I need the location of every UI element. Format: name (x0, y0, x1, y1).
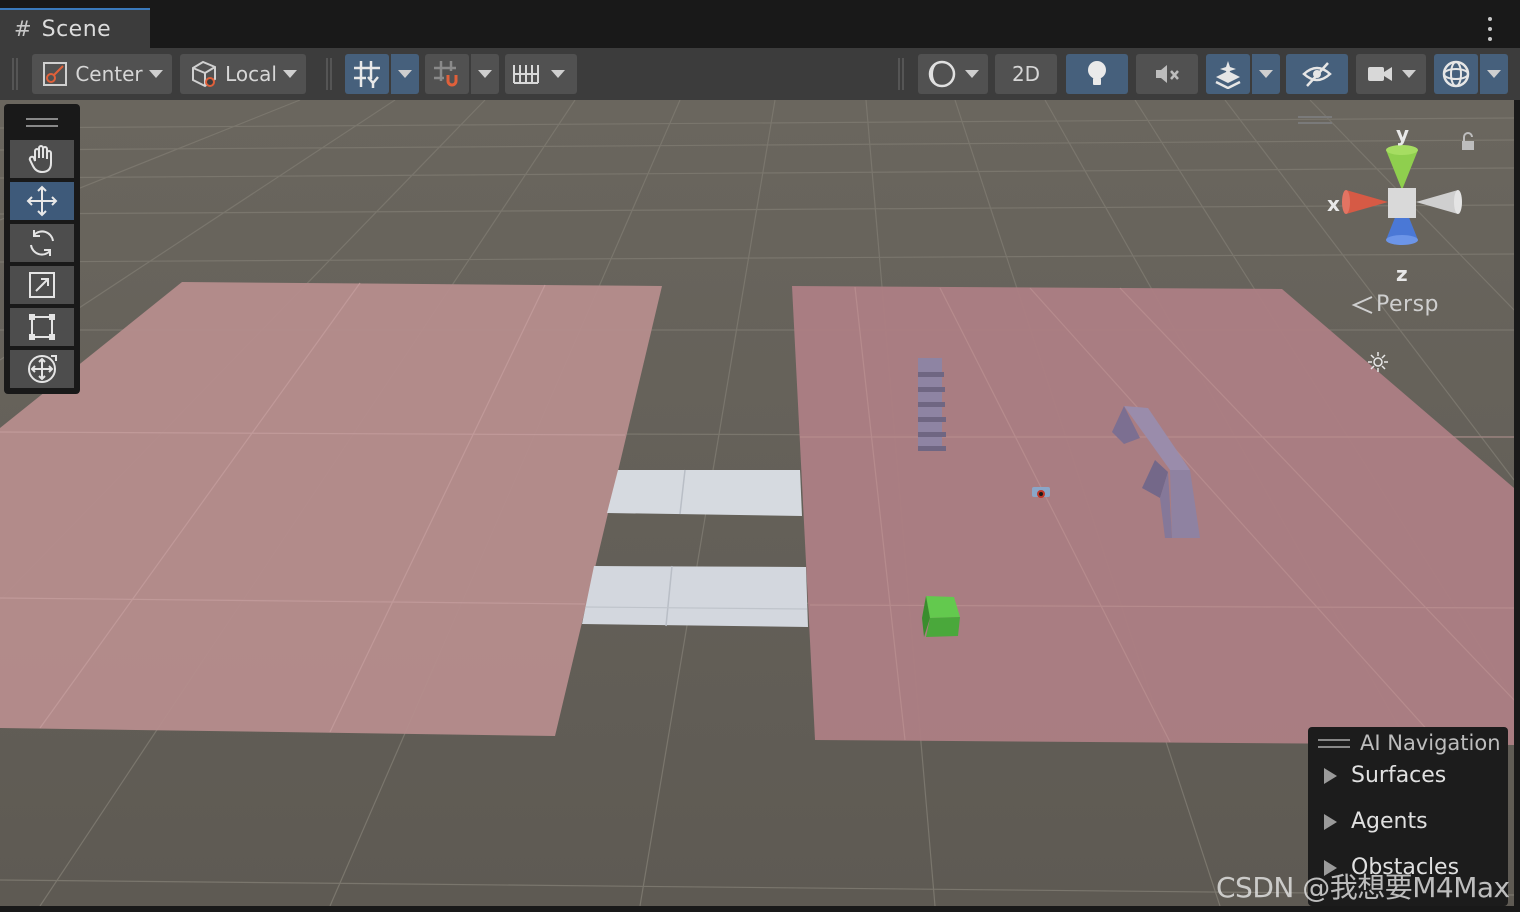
increment-snap-menu[interactable] (470, 54, 499, 94)
ai-nav-item-label: Agents (1351, 809, 1428, 834)
orientation-gizmo[interactable]: y x z (1322, 120, 1472, 290)
shading-mode-icon (928, 60, 956, 88)
watermark-text: CSDN @我想要M4Max (1216, 871, 1510, 904)
scene-viewport[interactable] (0, 100, 1514, 906)
chevron-down-icon (1402, 70, 1416, 78)
toolbar-grip[interactable] (12, 58, 18, 90)
projection-toggle[interactable]: Persp (1350, 292, 1439, 317)
transform-icon (28, 355, 57, 383)
scale-tool-button[interactable] (10, 266, 74, 304)
pivot-rotation-dropdown[interactable]: Local (180, 54, 306, 94)
grid-hash-icon: # (14, 17, 32, 41)
grid-ruler-icon (513, 65, 539, 84)
expand-arrow-icon[interactable] (1324, 767, 1337, 784)
agent-gizmo-icon[interactable] (1032, 487, 1050, 498)
shading-mode-dropdown[interactable] (918, 54, 988, 94)
more-options-icon[interactable] (1482, 14, 1498, 44)
lighting-toggle-button[interactable] (1066, 54, 1128, 94)
bridge-plank-lower[interactable] (582, 566, 808, 627)
pivot-mode-dropdown[interactable]: Center (32, 54, 172, 94)
lighting-icon (1088, 61, 1106, 85)
overlay-drag-handle[interactable] (26, 118, 58, 127)
gizmos-icon (1442, 60, 1470, 88)
stairs-obstacle[interactable] (918, 358, 946, 451)
grid-visibility-dropdown[interactable] (505, 54, 577, 94)
visibility-hidden-icon (1302, 62, 1332, 87)
lock-icon[interactable] (1460, 132, 1476, 152)
toggle-2d-label: 2D (1011, 62, 1041, 86)
projection-label: Persp (1376, 292, 1439, 317)
transform-tool-button[interactable] (10, 350, 74, 388)
overlay-drag-handle[interactable] (1318, 739, 1350, 748)
local-rotation-icon (192, 60, 217, 88)
ai-nav-item-agents[interactable]: Agents (1324, 809, 1428, 834)
toggle-2d-button[interactable]: 2D (995, 54, 1057, 94)
pivot-rotation-label: Local (225, 62, 277, 86)
grid-snap-icon (354, 61, 380, 88)
chevron-down-icon (551, 70, 565, 78)
bridge-plank-upper[interactable] (607, 470, 802, 516)
hand-icon (28, 145, 52, 174)
tools-overlay (4, 104, 80, 394)
audio-mute-icon (1156, 65, 1179, 83)
increment-snap-icon (434, 61, 458, 87)
scene-visibility-button[interactable] (1286, 54, 1348, 94)
effects-menu[interactable] (1251, 54, 1280, 94)
gizmo-y-label: y (1396, 122, 1410, 146)
audio-toggle-button[interactable] (1136, 54, 1198, 94)
scene-canvas[interactable] (0, 100, 1514, 906)
viewport-border (1514, 100, 1520, 912)
gizmo-z-label: z (1396, 262, 1408, 286)
grid-snap-button[interactable] (345, 54, 389, 94)
toolbar-grip[interactable] (326, 58, 332, 90)
gizmos-toggle-button[interactable] (1434, 54, 1478, 94)
camera-settings-dropdown[interactable] (1356, 54, 1426, 94)
effects-layers-icon (1215, 61, 1241, 89)
tab-scene-label: Scene (41, 16, 112, 42)
green-cube-object[interactable] (922, 596, 960, 637)
effects-toggle-button[interactable] (1206, 54, 1250, 94)
tab-scene[interactable]: # Scene (0, 10, 150, 48)
scene-toolbar: Center Local 2D (0, 48, 1520, 101)
chevron-down-icon (965, 70, 979, 78)
chevron-down-icon (148, 70, 163, 78)
toolbar-grip[interactable] (898, 58, 904, 90)
viewport-border (0, 906, 1520, 912)
grid-snap-menu[interactable] (390, 54, 419, 94)
pivot-mode-label: Center (75, 62, 143, 86)
rotate-icon (30, 230, 54, 256)
move-arrows-icon (26, 185, 58, 217)
ai-nav-item-surfaces[interactable]: Surfaces (1324, 763, 1446, 788)
tab-bar: # Scene (0, 0, 1520, 48)
hand-tool-button[interactable] (10, 140, 74, 178)
gizmos-menu[interactable] (1479, 54, 1508, 94)
move-tool-button[interactable] (10, 182, 74, 220)
rect-tool-button[interactable] (10, 308, 74, 346)
expand-arrow-icon[interactable] (1324, 813, 1337, 830)
ai-nav-item-label: Surfaces (1351, 763, 1447, 788)
camera-icon (1368, 67, 1392, 81)
directional-light-icon[interactable] (1366, 350, 1390, 374)
pivot-center-icon (43, 62, 68, 86)
gizmo-x-label: x (1327, 192, 1340, 216)
scale-icon (29, 272, 55, 298)
chevron-down-icon (282, 70, 297, 78)
rotate-tool-button[interactable] (10, 224, 74, 262)
rect-transform-icon (29, 314, 55, 340)
increment-snap-button[interactable] (425, 54, 469, 94)
perspective-icon (1351, 295, 1373, 314)
navmesh-surface-left[interactable] (0, 282, 662, 736)
ai-navigation-title: AI Navigation (1360, 731, 1501, 755)
